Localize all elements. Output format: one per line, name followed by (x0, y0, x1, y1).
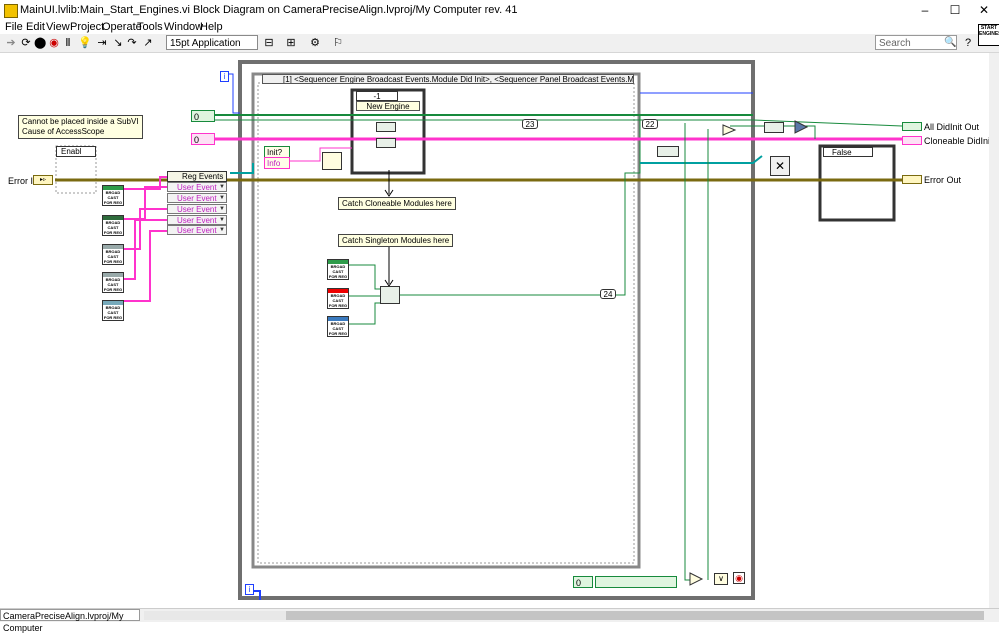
note-access-scope: Cannot be placed inside a SubVI Cause of… (18, 115, 143, 139)
abort-icon[interactable]: ⬤ (34, 37, 46, 49)
numeric-constant-a[interactable]: 0 (191, 110, 215, 122)
catch-singleton-note: Catch Singleton Modules here (338, 234, 454, 247)
tunnel-count-22: 22 (642, 119, 658, 129)
user-event-3[interactable]: User Event (167, 204, 227, 214)
register-subvi[interactable] (322, 152, 342, 170)
vertical-scrollbar[interactable] (989, 53, 999, 608)
error-in-terminal[interactable]: ▸▹ (33, 175, 53, 185)
boolean-array-constant[interactable] (595, 576, 677, 588)
close-button[interactable]: ✕ (969, 0, 999, 20)
stop-icon[interactable]: ◉ (48, 37, 60, 49)
note-line-2: Cause of AccessScope (22, 127, 105, 136)
font-select[interactable]: 15pt Application Font (166, 35, 258, 64)
menu-operate[interactable]: Operate (102, 21, 142, 33)
info-terminal: Info (264, 157, 290, 169)
error-out-label: Error Out (924, 175, 962, 185)
step-into-icon[interactable]: ↘ (112, 37, 124, 49)
run-arrow-icon[interactable]: ➔ (5, 37, 17, 49)
maximize-button[interactable]: ☐ (940, 0, 970, 20)
vi-icon: START ENGINES (978, 24, 999, 46)
retain-wire-values-icon[interactable]: ⇥ (96, 37, 108, 49)
error-out-terminal[interactable] (902, 175, 922, 184)
menu-view[interactable]: View (46, 21, 70, 33)
labview-app-icon (4, 4, 18, 18)
catch-cloneable-note: Catch Cloneable Modules here (338, 197, 456, 210)
block-diagram[interactable]: Cannot be placed inside a SubVI Cause of… (0, 53, 999, 608)
reorder-icon[interactable]: ⚐ (332, 37, 344, 49)
resize-objects-icon[interactable]: ⚙ (309, 37, 321, 49)
highlight-execution-icon[interactable]: 💡 (78, 37, 92, 49)
wires-layer (55, 60, 903, 600)
cloneable-didinit-terminal[interactable] (902, 136, 922, 145)
i-terminal-top[interactable]: i (220, 71, 229, 82)
user-event-1[interactable]: User Event (167, 182, 227, 192)
pause-icon[interactable]: Ⅱ (62, 37, 74, 49)
run-continuously-icon[interactable]: ⟳ (20, 37, 32, 49)
broadcast-subvi-5[interactable]: BROAD CAST FOR REG (102, 300, 124, 321)
case-selector[interactable]: -1 (356, 91, 398, 101)
step-over-icon[interactable]: ↷ (126, 37, 138, 49)
menu-edit[interactable]: Edit (26, 21, 45, 33)
title-bar: MainUI.lvlib:Main_Start_Engines.vi Block… (0, 0, 999, 21)
all-didinit-out-terminal[interactable] (902, 122, 922, 131)
step-out-icon[interactable]: ↗ (142, 37, 154, 49)
window-title: MainUI.lvlib:Main_Start_Engines.vi Block… (20, 4, 518, 16)
menu-file[interactable]: File (5, 21, 23, 33)
horizontal-scroll-thumb[interactable] (286, 611, 984, 620)
tunnel-count-23: 23 (522, 119, 538, 129)
broadcast-singleton-3[interactable]: BROAD CAST FOR REG (327, 316, 349, 337)
broadcast-subvi-2[interactable]: BROAD CAST FOR REG (102, 215, 124, 236)
bundle-node-1[interactable] (376, 122, 396, 132)
align-objects-icon[interactable]: ⊟ (263, 37, 275, 49)
broadcast-singleton-2[interactable]: BROAD CAST FOR REG (327, 288, 349, 309)
menu-help[interactable]: Help (200, 21, 223, 33)
note-line-1: Cannot be placed inside a SubVI (22, 117, 139, 126)
menu-project[interactable]: Project (70, 21, 104, 33)
destroy-user-event-icon[interactable]: ✕ (770, 156, 790, 176)
iteration-terminal: i (245, 584, 254, 595)
numeric-constant-b[interactable]: 0 (191, 133, 215, 145)
or-node[interactable]: ∨ (714, 573, 728, 585)
bundle-node-2[interactable] (376, 138, 396, 148)
broadcast-subvi-3[interactable]: BROAD CAST FOR REG (102, 244, 124, 265)
project-context: CameraPreciseAlign.lvproj/My Computer (0, 609, 140, 633)
context-help-icon[interactable]: ? (962, 37, 974, 49)
search-icon[interactable]: 🔍 (944, 37, 956, 48)
minimize-button[interactable]: – (910, 0, 940, 20)
build-array-node[interactable] (380, 286, 400, 304)
reg-events-node[interactable]: Reg Events (167, 171, 227, 182)
event-case-selector[interactable]: [1] <Sequencer Engine Broadcast Events.M… (262, 74, 634, 84)
broadcast-subvi-4[interactable]: BROAD CAST FOR REG (102, 272, 124, 293)
menu-tools[interactable]: Tools (137, 21, 163, 33)
stop-terminal-icon[interactable]: ◉ (733, 572, 745, 584)
enable-case-selector[interactable]: Enabl (56, 146, 96, 157)
all-didinit-out-label: All DidInit Out (924, 122, 980, 132)
cloneable-didinit-label: Cloneable DidInit (924, 136, 993, 146)
menu-window[interactable]: Window (164, 21, 203, 33)
while-loop-frame (238, 60, 755, 600)
event-structure-frame (251, 72, 641, 569)
broadcast-subvi-1[interactable]: BROAD CAST FOR REG (102, 185, 124, 206)
distribute-objects-icon[interactable]: ⊞ (285, 37, 297, 49)
status-bar: CameraPreciseAlign.lvproj/My Computer (0, 608, 999, 633)
broadcast-singleton-1[interactable]: BROAD CAST FOR REG (327, 259, 349, 280)
false-case-selector[interactable]: False (823, 147, 873, 157)
unbundle-node[interactable] (657, 146, 679, 157)
user-event-2[interactable]: User Event (167, 193, 227, 203)
user-event-5[interactable]: User Event (167, 225, 227, 235)
new-engine-label: New Engine (356, 101, 420, 111)
false-case-frame (818, 144, 896, 222)
toolbar: ➔ ⟳ ⬤ ◉ Ⅱ 💡 ⇥ ↘ ↷ ↗ ⊟ ⊞ ⚙ ⚐ ? (0, 34, 999, 53)
menu-bar: File Edit View Project Operate Tools Win… (0, 20, 999, 34)
tunnel-count-24: 24 (600, 289, 616, 299)
user-event-4[interactable]: User Event (167, 215, 227, 225)
horizontal-scrollbar[interactable] (144, 611, 984, 620)
numeric-constant-c[interactable]: 0 (573, 576, 593, 588)
array-node-right[interactable] (764, 122, 784, 133)
